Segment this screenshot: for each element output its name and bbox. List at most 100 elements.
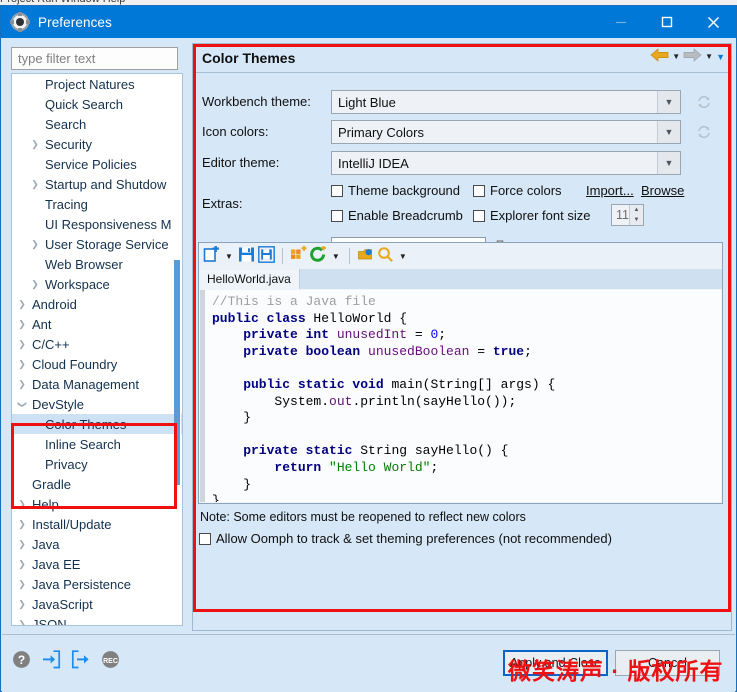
chevron-right-icon[interactable]: ❯ xyxy=(16,299,28,310)
sidebar-item-java[interactable]: ❯ Java xyxy=(12,534,182,554)
run-dropdown-caret-icon[interactable]: ▼ xyxy=(332,252,340,261)
sidebar-item-devstyle[interactable]: ❯ DevStyle xyxy=(12,394,182,414)
sidebar-item-c-c[interactable]: ❯ C/C++ xyxy=(12,334,182,354)
sidebar-item-ui-responsiveness-m[interactable]: UI Responsiveness M xyxy=(12,214,182,234)
sidebar-item-help[interactable]: ❯ Help xyxy=(12,494,182,514)
apply-and-close-button[interactable]: Apply and Close xyxy=(503,650,608,676)
sidebar-item-install-update[interactable]: ❯ Install/Update xyxy=(12,514,182,534)
chevron-down-icon[interactable]: ▼ xyxy=(657,152,680,174)
sidebar-item-json[interactable]: ❯ JSON xyxy=(12,614,182,626)
sidebar-item-workspace[interactable]: ❯ Workspace xyxy=(12,274,182,294)
sidebar-item-ant[interactable]: ❯ Ant xyxy=(12,314,182,334)
allow-oomph-row[interactable]: Allow Oomph to track & set theming prefe… xyxy=(199,531,612,546)
close-button[interactable] xyxy=(690,6,736,38)
sidebar-item-java-ee[interactable]: ❯ Java EE xyxy=(12,554,182,574)
sidebar-item-data-management[interactable]: ❯ Data Management xyxy=(12,374,182,394)
new-dropdown-caret-icon[interactable]: ▼ xyxy=(225,252,233,261)
sidebar-item-privacy[interactable]: Privacy xyxy=(12,454,182,474)
sidebar-item-search[interactable]: Search xyxy=(12,114,182,134)
sidebar-item-label: Install/Update xyxy=(32,516,112,532)
settings-tree[interactable]: Project Natures Quick Search Search ❯ Securi… xyxy=(11,73,183,626)
chevron-right-icon[interactable]: ❯ xyxy=(16,539,28,550)
build-icon[interactable] xyxy=(290,245,307,266)
new-file-icon[interactable] xyxy=(203,246,220,266)
chevron-right-icon[interactable]: ❯ xyxy=(16,519,28,530)
stepper-up-icon[interactable]: ▲ xyxy=(630,205,643,215)
sidebar-item-color-themes[interactable]: Color Themes xyxy=(12,414,182,434)
page-title: Color Themes xyxy=(202,50,296,66)
maximize-button[interactable] xyxy=(644,6,690,38)
chevron-right-icon[interactable]: ❯ xyxy=(16,599,28,610)
explorer-font-size-checkbox[interactable] xyxy=(473,209,485,222)
code-token: out xyxy=(329,393,353,409)
back-dropdown-caret-icon[interactable]: ▼ xyxy=(672,52,680,61)
sidebar-item-service-policies[interactable]: Service Policies xyxy=(12,154,182,174)
run-icon[interactable] xyxy=(310,245,327,266)
sidebar-item-security[interactable]: ❯ Security xyxy=(12,134,182,154)
chevron-right-icon[interactable]: ❯ xyxy=(16,619,28,626)
sidebar-item-startup-and-shutdow[interactable]: ❯ Startup and Shutdow xyxy=(12,174,182,194)
chevron-right-icon[interactable]: ❯ xyxy=(16,559,28,570)
sidebar-item-inline-search[interactable]: Inline Search xyxy=(12,434,182,454)
chevron-right-icon[interactable]: ❯ xyxy=(16,579,28,590)
sidebar-item-javascript[interactable]: ❯ JavaScript xyxy=(12,594,182,614)
theme-background-checkbox[interactable] xyxy=(331,184,343,197)
explorer-font-size-stepper[interactable]: 11 ▲ ▼ xyxy=(611,204,644,226)
chevron-right-icon[interactable]: ❯ xyxy=(16,339,28,350)
import-link[interactable]: Import... xyxy=(586,183,634,198)
minimize-button[interactable] xyxy=(598,6,644,38)
chevron-right-icon[interactable]: ❯ xyxy=(16,359,28,370)
chevron-right-icon[interactable]: ❯ xyxy=(16,499,28,510)
search-dropdown-caret-icon[interactable]: ▼ xyxy=(399,252,407,261)
icon-colors-reset-icon[interactable] xyxy=(696,124,712,140)
code-line: //This is a Java file xyxy=(212,294,721,311)
export-icon[interactable] xyxy=(71,650,91,672)
workbench-theme-select[interactable]: Light Blue ▼ xyxy=(331,90,681,114)
chevron-right-icon[interactable]: ❯ xyxy=(16,319,28,330)
sidebar-item-quick-search[interactable]: Quick Search xyxy=(12,94,182,114)
browse-link[interactable]: Browse xyxy=(641,183,684,198)
sidebar-item-cloud-foundry[interactable]: ❯ Cloud Foundry xyxy=(12,354,182,374)
stepper-arrows[interactable]: ▲ ▼ xyxy=(629,205,643,225)
sidebar-item-android[interactable]: ❯ Android xyxy=(12,294,182,314)
chevron-right-icon[interactable]: ❯ xyxy=(29,139,41,150)
record-icon[interactable]: REC xyxy=(101,650,120,672)
save-icon[interactable] xyxy=(238,246,255,266)
icon-colors-select[interactable]: Primary Colors ▼ xyxy=(331,120,681,144)
help-icon[interactable]: ? xyxy=(12,650,31,672)
stepper-down-icon[interactable]: ▼ xyxy=(630,215,643,225)
back-arrow-icon[interactable] xyxy=(650,48,669,65)
enable-breadcrumb-checkbox[interactable] xyxy=(331,209,343,222)
chevron-right-icon[interactable]: ❯ xyxy=(29,239,41,250)
chevron-down-icon[interactable]: ▼ xyxy=(657,121,680,143)
code-area[interactable]: //This is a Java file public class HelloW… xyxy=(200,290,721,502)
chevron-right-icon[interactable]: ❯ xyxy=(29,179,41,190)
editor-theme-select[interactable]: IntelliJ IDEA ▼ xyxy=(331,151,681,175)
sidebar-item-tracing[interactable]: Tracing xyxy=(12,194,182,214)
chevron-right-icon[interactable]: ❯ xyxy=(16,379,28,390)
tree-scroll-thumb[interactable] xyxy=(174,260,180,485)
chevron-right-icon[interactable]: ❯ xyxy=(29,279,41,290)
filter-input[interactable]: type filter text xyxy=(11,47,178,70)
chevron-down-icon[interactable]: ▼ xyxy=(657,91,680,113)
sidebar-item-user-storage-service[interactable]: ❯ User Storage Service xyxy=(12,234,182,254)
sidebar-item-project-natures[interactable]: Project Natures xyxy=(12,74,182,94)
save-all-icon[interactable] xyxy=(258,246,275,266)
cancel-button[interactable]: Cancel xyxy=(615,650,720,676)
forward-dropdown-caret-icon[interactable]: ▼ xyxy=(705,52,713,61)
tab-helloworld-java[interactable]: HelloWorld.java xyxy=(199,269,300,289)
debug-icon[interactable] xyxy=(357,246,374,266)
import-icon[interactable] xyxy=(41,650,61,672)
sidebar-item-java-persistence[interactable]: ❯ Java Persistence xyxy=(12,574,182,594)
sidebar-item-web-browser[interactable]: Web Browser xyxy=(12,254,182,274)
panel-menu-caret-icon[interactable]: ▼ xyxy=(716,52,725,62)
workbench-theme-reset-icon[interactable] xyxy=(696,94,712,110)
forward-arrow-icon[interactable] xyxy=(683,48,702,65)
tree-scrollbar[interactable] xyxy=(174,75,181,625)
force-colors-checkbox[interactable] xyxy=(473,184,485,197)
sidebar-item-gradle[interactable]: Gradle xyxy=(12,474,182,494)
chevron-down-icon[interactable]: ❯ xyxy=(17,398,28,410)
search-icon[interactable] xyxy=(377,246,394,266)
allow-oomph-checkbox[interactable] xyxy=(199,532,211,545)
